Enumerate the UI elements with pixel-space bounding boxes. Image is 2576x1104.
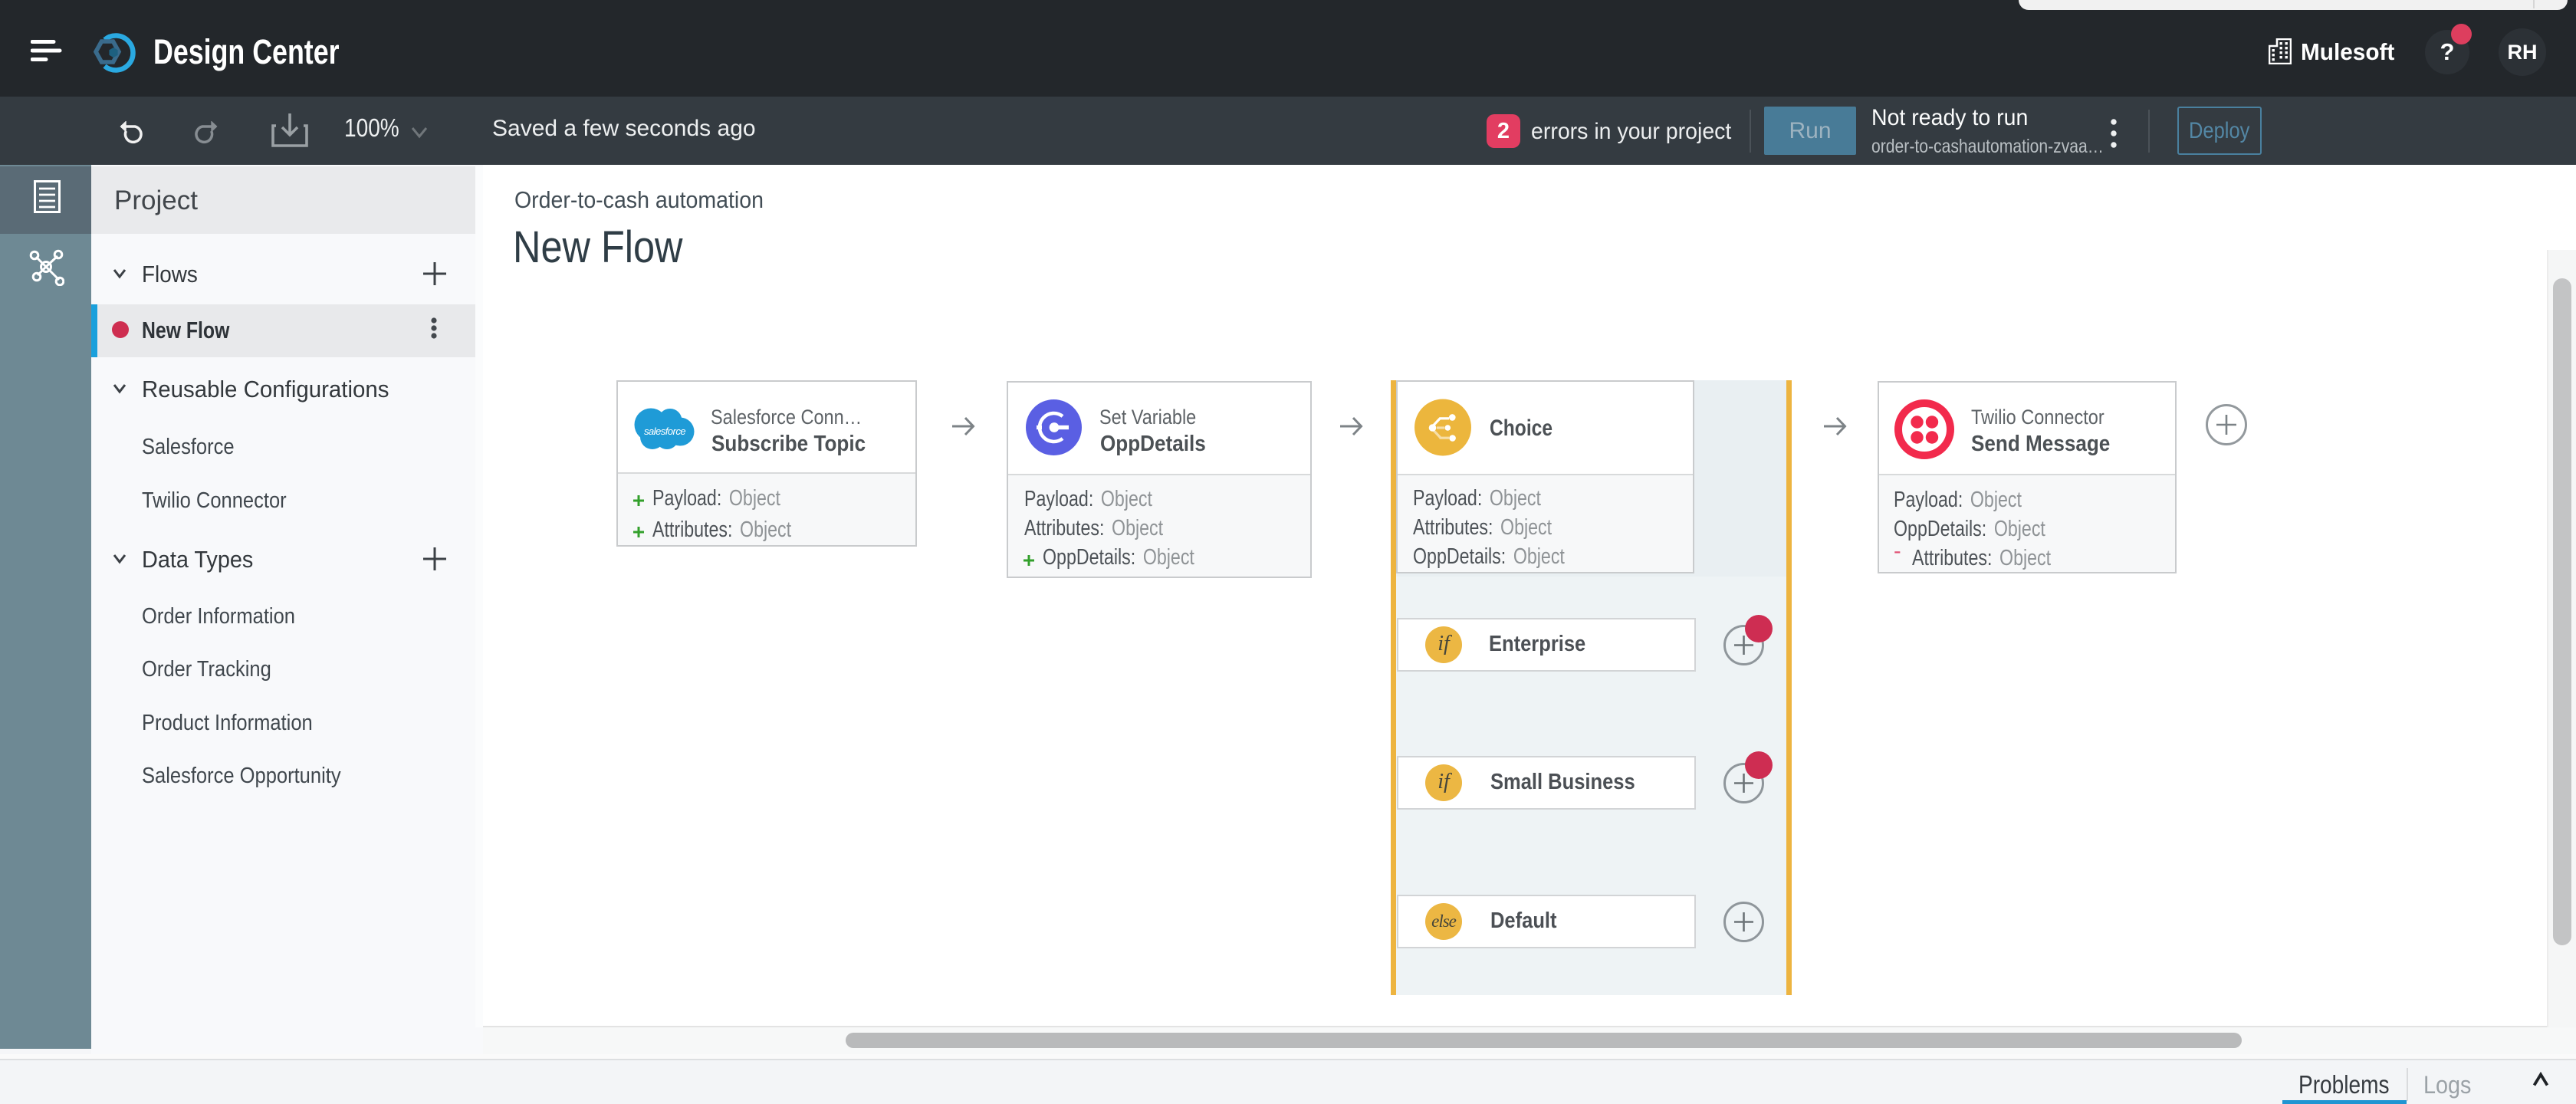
- svg-text:salesforce: salesforce: [644, 426, 685, 437]
